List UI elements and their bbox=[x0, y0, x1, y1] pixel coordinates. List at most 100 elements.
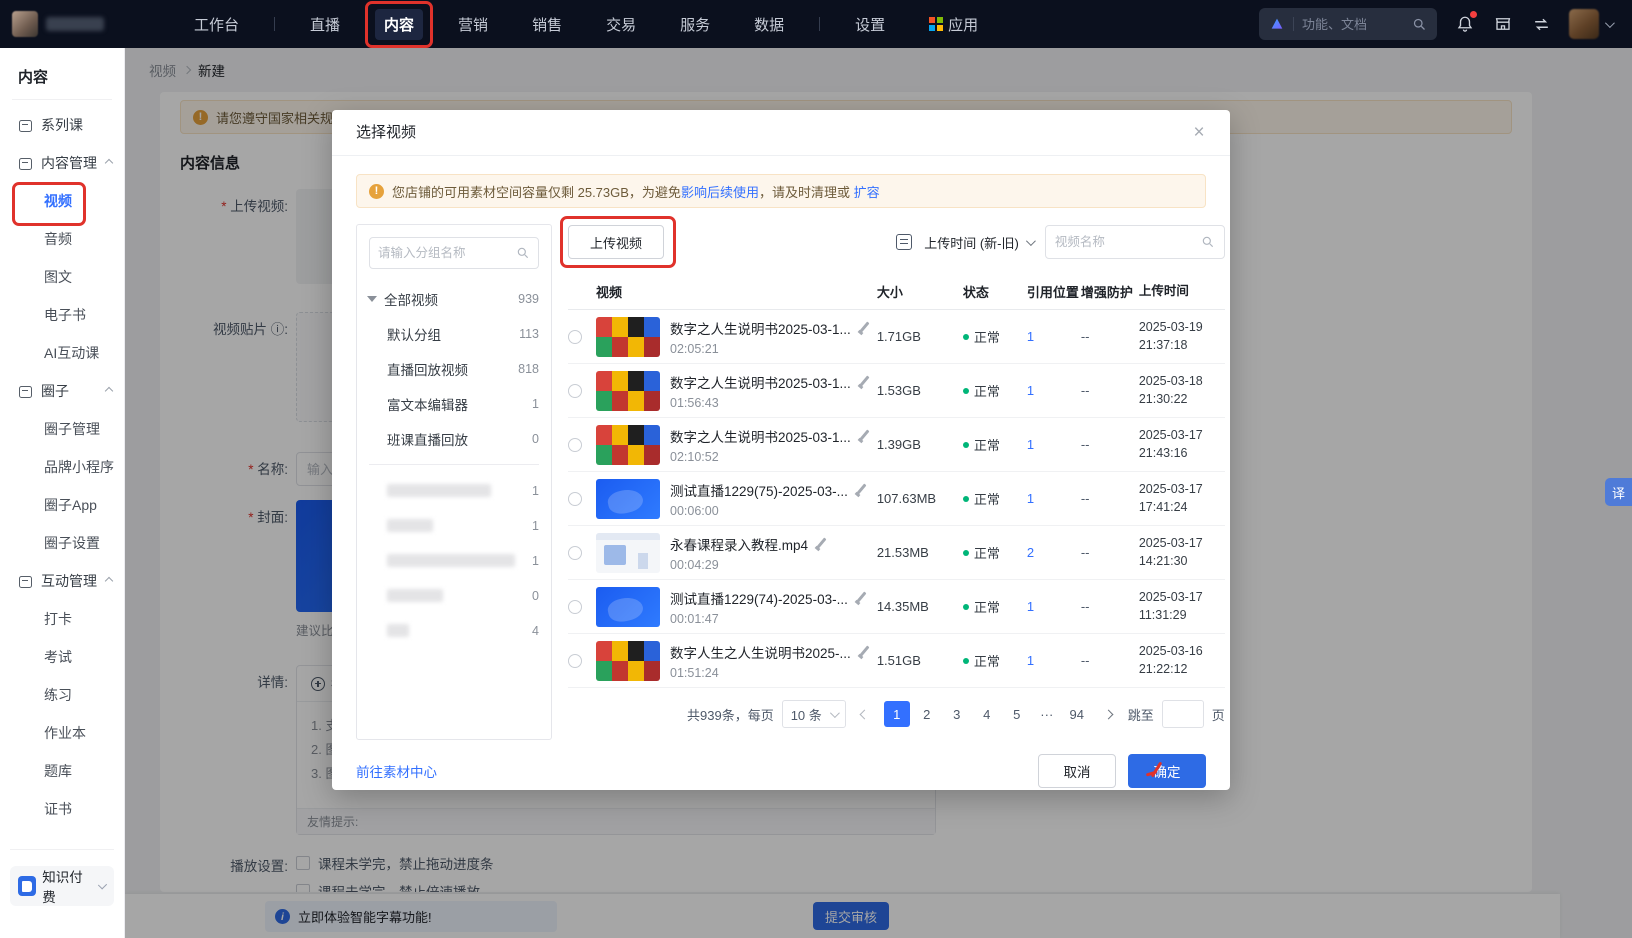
sidebar-item[interactable]: 电子书 bbox=[0, 296, 124, 334]
radio-button[interactable] bbox=[568, 384, 582, 398]
user-menu[interactable] bbox=[1569, 9, 1612, 39]
refs-count-link[interactable]: 2 bbox=[1027, 545, 1081, 560]
edit-pencil-icon[interactable] bbox=[855, 591, 868, 604]
sidebar-item[interactable]: 练习 bbox=[0, 676, 124, 714]
material-center-link[interactable]: 前往素材中心 bbox=[356, 761, 437, 781]
group-item[interactable]: 班课直播回放 0 bbox=[357, 421, 551, 456]
nav-item[interactable] bbox=[819, 17, 820, 31]
nav-item[interactable]: 应用 bbox=[920, 9, 987, 40]
sidebar-item[interactable]: 图文 bbox=[0, 258, 124, 296]
edit-pencil-icon[interactable] bbox=[858, 645, 871, 658]
group-item[interactable]: 全部视频 939 bbox=[357, 281, 551, 316]
group-item-redacted[interactable]: 0 bbox=[357, 578, 551, 613]
video-table-row[interactable]: 测试直播1229(74)-2025-03-... 00:01:47 14.35M… bbox=[568, 580, 1225, 634]
nav-item[interactable]: 交易 bbox=[597, 9, 645, 40]
refs-count-link[interactable]: 1 bbox=[1027, 599, 1081, 614]
page-number-button[interactable]: 5 bbox=[1004, 701, 1030, 727]
sidebar-item[interactable]: 音频 bbox=[0, 220, 124, 258]
page-number-button[interactable]: 3 bbox=[944, 701, 970, 727]
nav-item[interactable]: 直播 bbox=[301, 9, 349, 40]
radio-button[interactable] bbox=[568, 600, 582, 614]
video-table-row[interactable]: 数字之人生说明书2025-03-1... 01:56:43 1.53GB 正常 bbox=[568, 364, 1225, 418]
upload-video-button[interactable]: 上传视频 bbox=[568, 225, 664, 259]
sidebar-item[interactable]: 题库 bbox=[0, 752, 124, 790]
sort-dropdown[interactable]: 上传时间 (新-旧) bbox=[924, 233, 1033, 252]
expand-storage-link[interactable]: 扩容 bbox=[854, 185, 880, 200]
group-item-redacted[interactable]: 1 bbox=[357, 543, 551, 578]
refs-count-link[interactable]: 1 bbox=[1027, 491, 1081, 506]
cancel-button[interactable]: 取消 bbox=[1038, 754, 1116, 788]
sidebar-item[interactable]: 内容管理 bbox=[0, 144, 124, 182]
sidebar-item[interactable]: 考试 bbox=[0, 638, 124, 676]
sidebar-item[interactable]: 视频 bbox=[0, 182, 124, 220]
sidebar-item[interactable]: 证书 bbox=[0, 790, 124, 828]
video-table-row[interactable]: 测试直播1229(75)-2025-03-... 00:06:00 107.63… bbox=[568, 472, 1225, 526]
translate-floating-button[interactable]: 译 bbox=[1605, 478, 1632, 506]
notifications-bell[interactable] bbox=[1455, 14, 1475, 34]
shop-entry[interactable] bbox=[1493, 14, 1513, 34]
video-name-search-input[interactable] bbox=[1055, 235, 1195, 249]
video-table-row[interactable]: 永春课程录入教程.mp4 00:04:29 21.53MB 正常 bbox=[568, 526, 1225, 580]
edit-pencil-icon[interactable] bbox=[858, 321, 871, 334]
global-search[interactable] bbox=[1259, 8, 1437, 40]
nav-item[interactable]: 销售 bbox=[523, 9, 571, 40]
radio-button[interactable] bbox=[568, 654, 582, 668]
page-size-select[interactable]: 10 条 bbox=[782, 700, 846, 728]
edit-pencil-icon[interactable] bbox=[858, 375, 871, 388]
sidebar-item[interactable]: 打卡 bbox=[0, 600, 124, 638]
jump-page-input[interactable] bbox=[1162, 700, 1204, 728]
group-item[interactable]: 直播回放视频 818 bbox=[357, 351, 551, 386]
page-number-button[interactable]: 2 bbox=[914, 701, 940, 727]
product-switcher[interactable]: 知识付费 bbox=[10, 866, 114, 906]
video-table-row[interactable]: 数字之人生说明书2025-03-1... 02:05:21 1.71GB 正常 bbox=[568, 310, 1225, 364]
confirm-button[interactable]: 确定 bbox=[1128, 754, 1206, 788]
page-number-button[interactable]: 94 bbox=[1064, 701, 1090, 727]
group-search-input[interactable] bbox=[378, 246, 510, 260]
sidebar-item[interactable]: 圈子管理 bbox=[0, 410, 124, 448]
refs-count-link[interactable]: 1 bbox=[1027, 383, 1081, 398]
nav-item[interactable] bbox=[274, 17, 275, 31]
sidebar-item[interactable]: 圈子 bbox=[0, 372, 124, 410]
radio-button[interactable] bbox=[568, 330, 582, 344]
page-number-button[interactable]: 4 bbox=[974, 701, 1000, 727]
impact-link[interactable]: 影响后续使用 bbox=[681, 185, 759, 200]
group-item[interactable]: 富文本编辑器 1 bbox=[357, 386, 551, 421]
next-page-button[interactable] bbox=[1098, 700, 1120, 728]
refs-count-link[interactable]: 1 bbox=[1027, 437, 1081, 452]
group-item[interactable]: 默认分组 113 bbox=[357, 316, 551, 351]
close-icon[interactable]: × bbox=[1186, 120, 1212, 146]
page-number-button[interactable]: ··· bbox=[1034, 701, 1060, 727]
group-item-redacted[interactable]: 4 bbox=[357, 613, 551, 648]
nav-item[interactable]: 数据 bbox=[745, 9, 793, 40]
refs-count-link[interactable]: 1 bbox=[1027, 653, 1081, 668]
sidebar-item[interactable]: 系列课 bbox=[0, 106, 124, 144]
sidebar-item[interactable]: 圈子设置 bbox=[0, 524, 124, 562]
edit-pencil-icon[interactable] bbox=[855, 483, 868, 496]
radio-button[interactable] bbox=[568, 546, 582, 560]
nav-item[interactable]: 设置 bbox=[846, 9, 894, 40]
edit-pencil-icon[interactable] bbox=[815, 537, 828, 550]
page-number-button[interactable]: 1 bbox=[884, 701, 910, 727]
sidebar-item[interactable]: 作业本 bbox=[0, 714, 124, 752]
list-view-toggle-icon[interactable] bbox=[896, 234, 912, 250]
group-item-redacted[interactable]: 1 bbox=[357, 473, 551, 508]
group-search[interactable] bbox=[369, 237, 539, 269]
video-table-row[interactable]: 数字之人生说明书2025-03-1... 02:10:52 1.39GB 正常 bbox=[568, 418, 1225, 472]
radio-button[interactable] bbox=[568, 492, 582, 506]
nav-item[interactable]: 服务 bbox=[671, 9, 719, 40]
sidebar-item[interactable]: 圈子App bbox=[0, 486, 124, 524]
video-table-row[interactable]: 数字人生之人生说明书2025-... 01:51:24 1.51GB 正常 bbox=[568, 634, 1225, 688]
nav-item[interactable]: 营销 bbox=[449, 9, 497, 40]
global-search-input[interactable] bbox=[1302, 17, 1404, 32]
radio-button[interactable] bbox=[568, 438, 582, 452]
nav-item[interactable]: 内容 bbox=[375, 9, 423, 40]
edit-pencil-icon[interactable] bbox=[858, 429, 871, 442]
prev-page-button[interactable] bbox=[854, 700, 876, 728]
refs-count-link[interactable]: 1 bbox=[1027, 329, 1081, 344]
sidebar-item[interactable]: AI互动课 bbox=[0, 334, 124, 372]
group-item-redacted[interactable]: 1 bbox=[357, 508, 551, 543]
switch-account[interactable] bbox=[1531, 14, 1551, 34]
sidebar-item[interactable]: 品牌小程序 bbox=[0, 448, 124, 486]
brand[interactable] bbox=[0, 11, 185, 37]
nav-item[interactable]: 工作台 bbox=[185, 9, 248, 40]
